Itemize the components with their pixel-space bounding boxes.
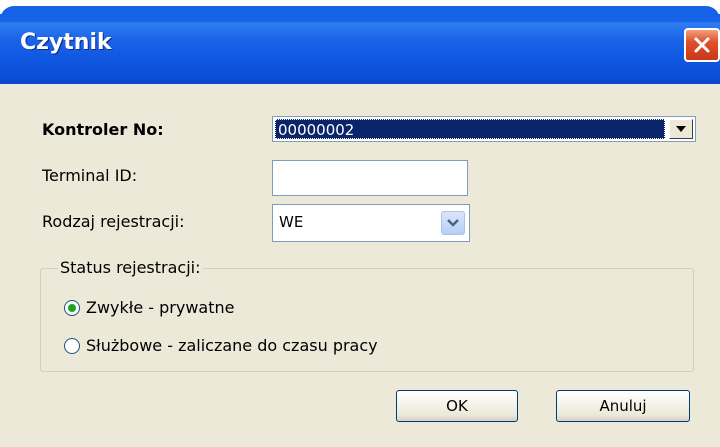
- close-button[interactable]: [684, 28, 720, 62]
- radio-business-label: Służbowe - zaliczane do czasu pracy: [86, 336, 378, 355]
- status-groupbox: [40, 268, 694, 372]
- title-bar-top: [0, 0, 720, 22]
- radio-selected-dot: [68, 303, 76, 312]
- title-bar[interactable]: Czytnik: [0, 0, 720, 84]
- chevron-down-icon: [447, 219, 459, 227]
- radio-button-unchecked[interactable]: [64, 337, 80, 354]
- window-title: Czytnik: [20, 30, 112, 55]
- radio-button-checked[interactable]: [64, 299, 80, 316]
- chevron-down-icon: [676, 126, 686, 132]
- radio-private-label: Zwykłe - prywatne: [86, 298, 235, 317]
- cancel-button[interactable]: Anuluj: [556, 390, 690, 422]
- terminal-id-label: Terminal ID:: [42, 166, 138, 185]
- controller-label: Kontroler No:: [42, 120, 164, 139]
- radio-private[interactable]: Zwykłe - prywatne: [64, 298, 234, 317]
- controller-dropdown[interactable]: 00000002: [272, 116, 696, 142]
- registration-type-label: Rodzaj rejestracji:: [42, 212, 185, 231]
- radio-business[interactable]: Służbowe - zaliczane do czasu pracy: [64, 336, 378, 355]
- terminal-id-input[interactable]: [272, 160, 468, 196]
- controller-dropdown-button[interactable]: [669, 119, 693, 139]
- registration-type-select[interactable]: WE: [272, 204, 470, 242]
- ok-button[interactable]: OK: [396, 390, 518, 422]
- registration-type-dropdown-button[interactable]: [441, 211, 465, 235]
- status-groupbox-legend: Status rejestracji:: [58, 258, 203, 277]
- close-icon: [694, 37, 710, 53]
- registration-type-value: WE: [279, 213, 304, 231]
- controller-value: 00000002: [275, 119, 665, 139]
- dialog-window: Czytnik Kontroler No: 00000002 Terminal …: [0, 0, 720, 447]
